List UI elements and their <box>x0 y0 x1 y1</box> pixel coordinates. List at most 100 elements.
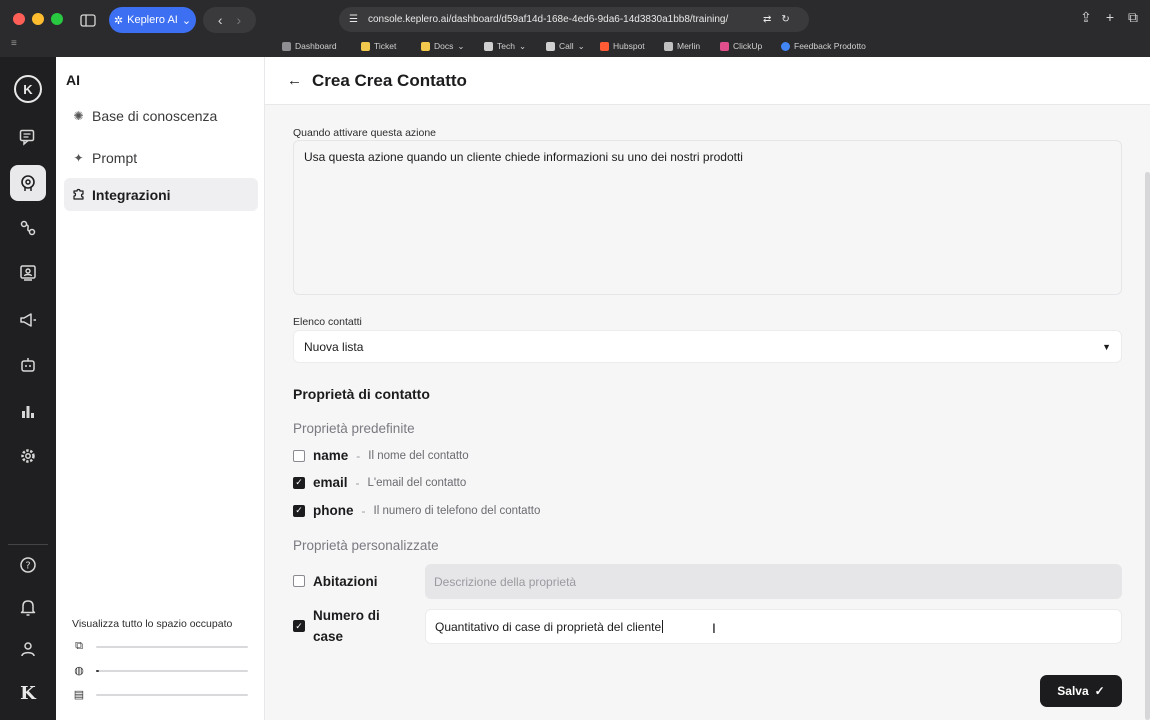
close-window-button[interactable] <box>13 13 25 25</box>
storage-overview-link[interactable]: Visualizza tutto lo spazio occupato <box>72 618 232 630</box>
bookmark-hubspot[interactable]: Hubspot <box>600 41 645 51</box>
property-name: email <box>313 475 348 490</box>
bookmarks-bar: Dashboard Ticket Docs ⌄ Tech ⌄ Call ⌄ Hubsp… <box>0 38 1150 54</box>
chevron-down-icon: ⌄ <box>457 40 465 51</box>
keplero-brand-icon: K <box>20 682 36 704</box>
property-row-phone: ✓ phone - Il numero di telefono del cont… <box>293 503 540 518</box>
property-checkbox[interactable]: ✓ <box>293 504 305 517</box>
contacts-icon[interactable] <box>10 255 46 291</box>
browser-toolbar: ✲ Keplero AI ⌄ ‹ › ☰ console.keplero.ai/… <box>0 0 1150 57</box>
analytics-icon[interactable] <box>10 393 46 429</box>
storage-bar <box>96 669 248 672</box>
user-icon[interactable] <box>10 631 46 667</box>
sidebar-item-integrations[interactable]: Integrazioni <box>64 178 258 211</box>
bookmark-dashboard[interactable]: Dashboard <box>282 41 337 51</box>
site-settings-icon[interactable]: ☰ <box>349 14 358 25</box>
bookmark-feedback[interactable]: Feedback Prodotto <box>781 41 866 51</box>
bot-icon[interactable] <box>10 347 46 383</box>
address-bar[interactable]: ☰ console.keplero.ai/dashboard/d59af14d-… <box>339 7 809 32</box>
file-icon: ▤ <box>73 689 85 701</box>
back-nav-icon[interactable]: ‹ <box>218 12 223 28</box>
save-button[interactable]: Salva ✓ <box>1040 675 1122 707</box>
rail-divider <box>8 544 48 545</box>
svg-text:?: ? <box>25 561 30 572</box>
sidebar-item-prompt[interactable]: ✦ Prompt <box>64 141 258 174</box>
contact-list-select[interactable]: Nuova lista ▼ <box>293 330 1122 363</box>
trigger-textarea[interactable]: Usa questa azione quando un cliente chie… <box>293 140 1122 295</box>
property-description: Il nome del contatto <box>368 449 469 462</box>
chevron-down-icon: ⌄ <box>577 40 585 51</box>
workflow-icon[interactable] <box>10 210 46 246</box>
contact-list-value: Nuova lista <box>304 339 364 354</box>
sidebar-item-knowledge-base[interactable]: ✺ Base di conoscenza <box>64 99 258 132</box>
back-arrow-icon[interactable]: ← <box>287 72 302 89</box>
property-checkbox[interactable]: ✓ <box>293 476 305 489</box>
profile-button[interactable]: ✲ Keplero AI ⌄ <box>109 7 196 33</box>
trigger-label: Quando attivare questa azione <box>293 127 437 139</box>
navigation-arrows: ‹ › <box>203 7 256 33</box>
new-tab-icon[interactable]: + <box>1106 9 1114 26</box>
sidebar-item-label: Base di conoscenza <box>92 107 218 124</box>
sidebar-toggle-icon[interactable] <box>76 7 100 33</box>
property-separator: - <box>361 503 366 518</box>
keplero-logo-icon[interactable]: K <box>10 71 46 107</box>
page-title: Crea Crea Contatto <box>312 70 467 90</box>
bookmark-docs[interactable]: Docs ⌄ <box>421 41 465 52</box>
ai-brain-icon[interactable] <box>10 165 46 201</box>
page-header: ← Crea Crea Contatto <box>265 57 1150 105</box>
minimize-window-button[interactable] <box>32 13 44 25</box>
help-icon[interactable]: ? <box>10 547 46 583</box>
property-separator: - <box>356 448 361 463</box>
storage-row-files: ▤ <box>72 688 248 701</box>
property-name: name <box>313 448 349 463</box>
settings-icon[interactable] <box>10 438 46 474</box>
storage-bar <box>96 645 248 648</box>
workspace-icon: ✲ <box>113 14 124 27</box>
folder-icon <box>484 41 493 51</box>
property-row-name: name - Il nome del contatto <box>293 448 469 463</box>
text-caret <box>662 620 664 633</box>
custom-property-checkbox[interactable]: ✓ <box>293 620 305 632</box>
scrollbar[interactable] <box>1145 172 1150 720</box>
bookmark-clickup[interactable]: ClickUp <box>720 41 762 51</box>
puzzle-icon <box>72 187 85 203</box>
save-label: Salva <box>1057 684 1089 698</box>
property-separator: - <box>355 475 360 490</box>
folder-icon <box>421 41 430 51</box>
property-checkbox[interactable] <box>293 449 305 462</box>
tabs-overview-icon[interactable]: ⧉ <box>1128 9 1138 26</box>
custom-property-name: Numero di case <box>313 608 380 644</box>
merlin-icon <box>664 41 673 51</box>
hubspot-icon <box>600 41 609 51</box>
sidebar-item-label: Prompt <box>92 149 138 166</box>
chat-icon[interactable] <box>10 119 46 155</box>
bookmark-call[interactable]: Call ⌄ <box>546 41 585 52</box>
property-name: phone <box>313 503 354 518</box>
check-icon: ✓ <box>1094 684 1105 698</box>
bookmark-ticket[interactable]: Ticket <box>361 41 396 51</box>
sparkle-icon: ✦ <box>73 150 84 165</box>
share-icon[interactable]: ⇪ <box>1080 9 1092 26</box>
profile-label: Keplero AI <box>127 14 178 26</box>
reload-icon[interactable]: ↻ <box>781 14 789 25</box>
storage-row-web: ◍ <box>72 664 248 677</box>
sidebar-item-label: Integrazioni <box>92 186 171 203</box>
megaphone-icon[interactable] <box>10 302 46 338</box>
bookmark-icon <box>282 41 291 51</box>
property-description: L'email del contatto <box>367 476 467 489</box>
maximize-window-button[interactable] <box>51 13 63 25</box>
bookmark-tech[interactable]: Tech ⌄ <box>484 41 526 52</box>
predefined-properties-heading: Proprietà predefinite <box>293 421 415 436</box>
translate-icon[interactable]: ⇄ <box>763 14 771 25</box>
custom-property-value: Quantitativo di case di proprietà del cl… <box>435 619 662 634</box>
custom-property-description-input[interactable]: Quantitativo di case di proprietà del cl… <box>425 609 1122 644</box>
sidebar-title: AI <box>66 72 80 88</box>
custom-property-checkbox[interactable] <box>293 575 305 587</box>
bookmark-merlin[interactable]: Merlin <box>664 41 700 51</box>
globe-icon: ◍ <box>74 665 84 677</box>
bell-icon[interactable] <box>10 589 46 625</box>
custom-property-name: Abitazioni <box>313 574 378 589</box>
forward-nav-icon[interactable]: › <box>237 12 242 28</box>
custom-property-description-input[interactable]: Descrizione della proprietà <box>425 564 1122 599</box>
contact-properties-heading: Proprietà di contatto <box>293 386 430 402</box>
